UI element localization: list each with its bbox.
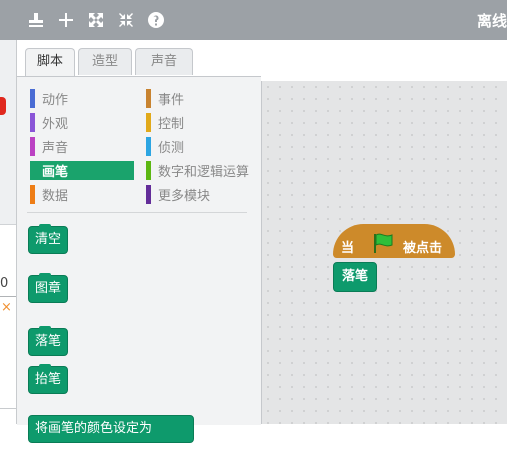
category-divider — [27, 212, 247, 213]
category-color-swatch — [146, 185, 151, 204]
top-toolbar: 离线 — [0, 0, 507, 40]
category-label: 控制 — [158, 117, 185, 132]
category-label: 更多模块 — [158, 189, 211, 204]
category-label: 数字和逻辑运算 — [158, 165, 250, 180]
category-more-blocks[interactable]: 更多模块 — [146, 185, 258, 204]
category-operators[interactable]: 数字和逻辑运算 — [146, 161, 258, 180]
category-label: 画笔 — [42, 165, 69, 180]
category-label: 外观 — [42, 117, 69, 132]
script-pen-down-block[interactable]: 落笔 — [333, 262, 377, 292]
tab-sounds[interactable]: 声音 — [135, 48, 193, 75]
category-motion[interactable]: 动作 — [30, 89, 136, 108]
category-color-swatch — [30, 113, 35, 132]
category-label: 数据 — [42, 189, 69, 204]
script-area[interactable]: 当 被点击 落笔 — [261, 81, 507, 424]
category-data[interactable]: 数据 — [30, 185, 136, 204]
category-label: 声音 — [42, 141, 69, 156]
green-flag-icon — [374, 233, 393, 253]
help-icon[interactable] — [146, 10, 166, 30]
hat-when-label: 当 — [341, 241, 355, 256]
block-pen-up[interactable]: 抬笔 — [28, 364, 69, 394]
when-flag-clicked-block[interactable]: 当 被点击 — [333, 224, 455, 258]
category-looks[interactable]: 外观 — [30, 113, 136, 132]
stamp-icon[interactable] — [26, 10, 46, 30]
strip-divider — [0, 408, 16, 409]
category-color-swatch — [30, 89, 35, 108]
stop-button[interactable] — [0, 97, 6, 115]
tab-costumes[interactable]: 造型 — [78, 48, 132, 75]
category-color-swatch — [30, 137, 35, 156]
category-color-swatch — [146, 113, 151, 132]
category-label: 事件 — [158, 93, 185, 108]
category-control[interactable]: 控制 — [146, 113, 258, 132]
shrink-icon[interactable] — [116, 10, 136, 30]
category-color-swatch — [146, 89, 151, 108]
tab-scripts[interactable]: 脚本 — [25, 48, 75, 77]
category-sound[interactable]: 声音 — [30, 137, 136, 156]
block-clear[interactable]: 清空 — [28, 224, 69, 254]
hat-clicked-label: 被点击 — [403, 241, 443, 256]
offline-label[interactable]: 离线 — [477, 10, 507, 31]
block-stamp[interactable]: 图章 — [28, 273, 69, 303]
category-pen[interactable]: 画笔 — [30, 161, 134, 180]
stage-panel — [0, 40, 17, 465]
block-set-pen-color[interactable]: 将画笔的颜色设定为 — [28, 415, 194, 443]
sprite-info-area — [0, 224, 16, 465]
grow-icon[interactable] — [86, 10, 106, 30]
sprite-divider — [0, 296, 16, 297]
category-label: 动作 — [42, 93, 69, 108]
category-color-swatch — [146, 161, 151, 180]
category-events[interactable]: 事件 — [146, 89, 258, 108]
category-label: 侦测 — [158, 141, 185, 156]
block-pen-down[interactable]: 落笔 — [28, 326, 69, 356]
category-sensing[interactable]: 侦测 — [146, 137, 258, 156]
editor-tabs: 脚本 造型 声音 — [17, 40, 507, 77]
category-color-swatch — [30, 161, 35, 180]
block-palette: 动作 外观 声音 画笔 数据 事件 控制 侦测 数字和逻辑运算 更多模块 清空 … — [17, 76, 261, 443]
category-color-swatch — [30, 185, 35, 204]
category-color-swatch — [146, 137, 151, 156]
sprite-delete-mark[interactable]: × — [1, 300, 12, 315]
cut-icon[interactable] — [56, 10, 76, 30]
stage-coordinate: 0 — [0, 276, 9, 291]
